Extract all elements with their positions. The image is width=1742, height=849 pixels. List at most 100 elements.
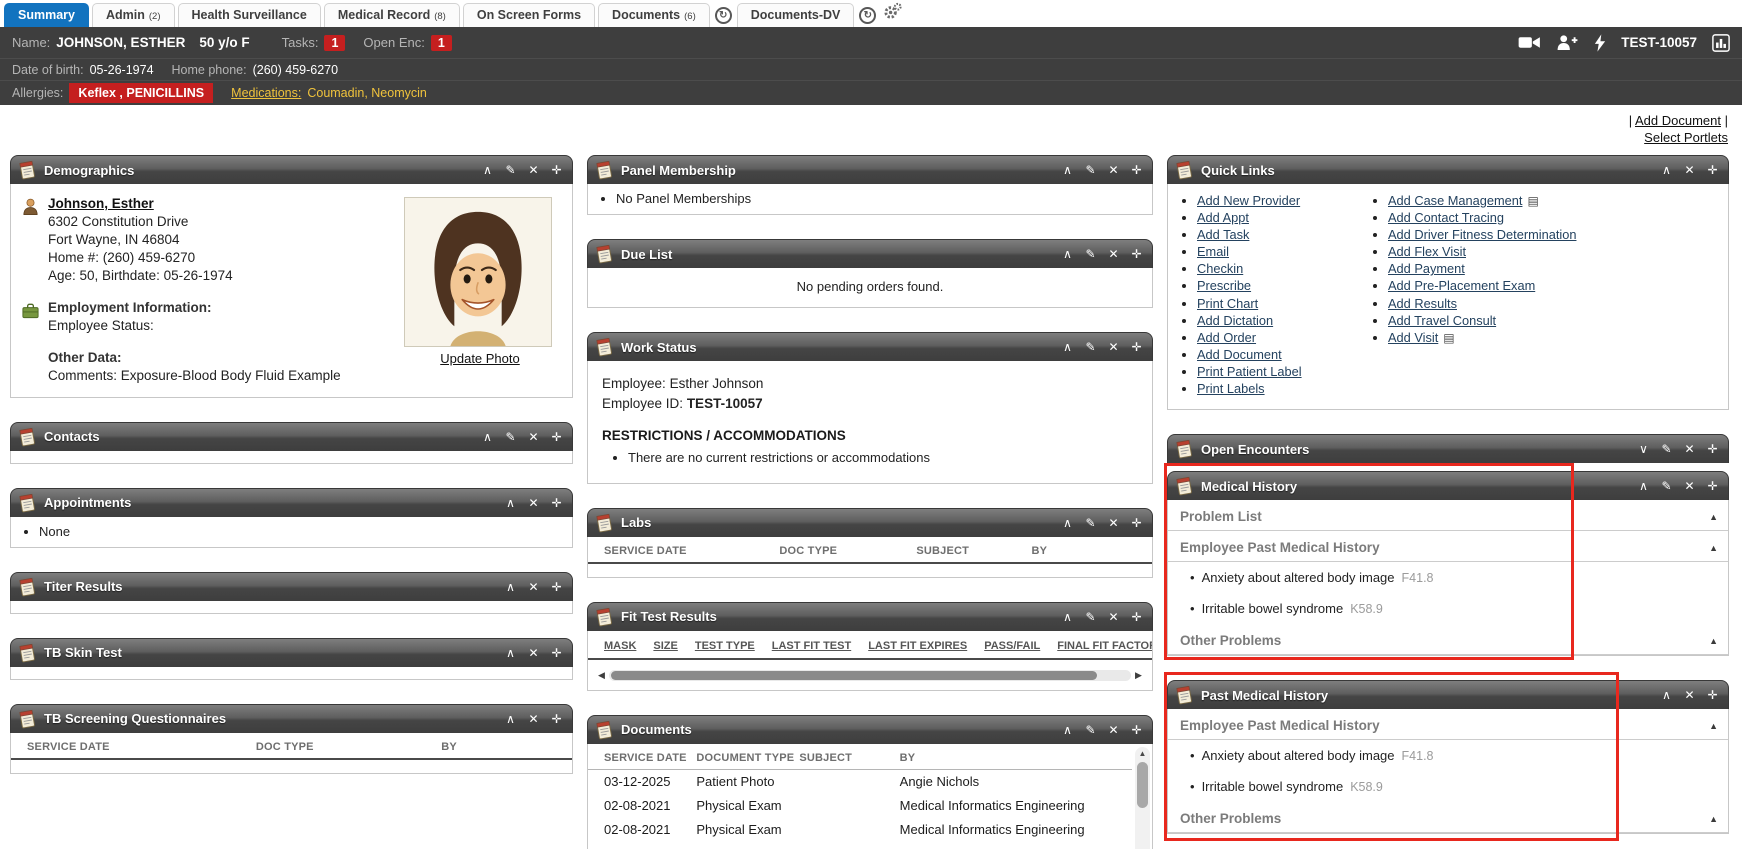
collapse-icon[interactable]: ∧ [504, 496, 517, 510]
quick-link[interactable]: Print Labels [1197, 381, 1265, 396]
scroll-left-icon[interactable]: ◀ [594, 670, 609, 681]
fit-test-header[interactable]: Fit Test Results ∧ ✎ ✕ ✛ [587, 602, 1153, 631]
quick-link[interactable]: Checkin [1197, 261, 1243, 276]
quick-link[interactable]: Add Appt [1197, 210, 1249, 225]
column-header-link[interactable]: FINAL FIT FACTOR [1057, 640, 1152, 652]
video-camera-icon[interactable] [1518, 34, 1541, 51]
close-icon[interactable]: ✕ [1107, 163, 1120, 177]
tab-admin[interactable]: Admin(2) [92, 3, 175, 27]
quick-link[interactable]: Add Driver Fitness Determination [1388, 227, 1576, 242]
documents-header[interactable]: Documents ∧ ✎ ✕ ✛ [587, 715, 1153, 744]
work-status-header[interactable]: Work Status ∧ ✎ ✕ ✛ [587, 332, 1153, 361]
add-document-link[interactable]: Add Document [1635, 113, 1721, 128]
collapse-caret-icon[interactable]: ▲ [1709, 721, 1718, 731]
expand-icon[interactable]: ∨ [1637, 442, 1650, 456]
refresh-icon[interactable]: ↻ [715, 7, 732, 24]
close-icon[interactable]: ✕ [527, 496, 540, 510]
close-icon[interactable]: ✕ [527, 163, 540, 177]
column-header-link[interactable]: LAST FIT EXPIRES [868, 640, 967, 652]
scroll-up-icon[interactable]: ▲ [1135, 747, 1150, 760]
patient-name-link[interactable]: Johnson, Esther [48, 196, 154, 211]
medical-history-header[interactable]: Medical History ∧ ✎ ✕ ✛ [1167, 471, 1729, 500]
list-icon[interactable]: ▤ [1527, 194, 1538, 208]
collapse-icon[interactable]: ∧ [1660, 688, 1673, 702]
close-icon[interactable]: ✕ [527, 580, 540, 594]
due-list-header[interactable]: Due List ∧ ✎ ✕ ✛ [587, 239, 1153, 268]
scrollbar-track[interactable] [609, 670, 1131, 681]
move-icon[interactable]: ✛ [1706, 479, 1719, 493]
quick-links-header[interactable]: Quick Links ∧ ✕ ✛ [1167, 155, 1729, 184]
quick-link[interactable]: Add Case Management [1388, 193, 1522, 208]
collapse-icon[interactable]: ∧ [1061, 163, 1074, 177]
scroll-right-icon[interactable]: ▶ [1131, 670, 1146, 681]
scrollbar-thumb[interactable] [1137, 762, 1148, 808]
tab-health-surveillance[interactable]: Health Surveillance [178, 3, 321, 27]
appointments-header[interactable]: Appointments ∧ ✕ ✛ [10, 488, 573, 517]
move-icon[interactable]: ✛ [1706, 442, 1719, 456]
move-icon[interactable]: ✛ [1130, 247, 1143, 261]
quick-link[interactable]: Add Travel Consult [1388, 313, 1496, 328]
edit-icon[interactable]: ✎ [1084, 610, 1097, 624]
move-icon[interactable]: ✛ [550, 580, 563, 594]
edit-icon[interactable]: ✎ [1084, 247, 1097, 261]
move-icon[interactable]: ✛ [1130, 340, 1143, 354]
collapse-icon[interactable]: ∧ [504, 646, 517, 660]
close-icon[interactable]: ✕ [1107, 340, 1120, 354]
select-portlets-link[interactable]: Select Portlets [1644, 130, 1728, 145]
quick-link[interactable]: Add Dictation [1197, 313, 1273, 328]
collapse-icon[interactable]: ∧ [481, 430, 494, 444]
column-header-link[interactable]: TEST TYPE [695, 640, 755, 652]
collapse-icon[interactable]: ∧ [1061, 610, 1074, 624]
close-icon[interactable]: ✕ [1107, 516, 1120, 530]
edit-icon[interactable]: ✎ [1084, 340, 1097, 354]
edit-icon[interactable]: ✎ [1084, 163, 1097, 177]
move-icon[interactable]: ✛ [550, 646, 563, 660]
close-icon[interactable]: ✕ [527, 430, 540, 444]
edit-icon[interactable]: ✎ [1660, 442, 1673, 456]
collapse-icon[interactable]: ∧ [1061, 247, 1074, 261]
quick-link[interactable]: Add Contact Tracing [1388, 210, 1504, 225]
table-row[interactable]: 03-12-2025 Patient Photo Angie Nichols [588, 770, 1132, 794]
tab-summary[interactable]: Summary [4, 3, 89, 27]
close-icon[interactable]: ✕ [1683, 479, 1696, 493]
collapse-icon[interactable]: ∧ [1660, 163, 1673, 177]
move-icon[interactable]: ✛ [550, 430, 563, 444]
column-header-link[interactable]: MASK [604, 640, 636, 652]
quick-link[interactable]: Email [1197, 244, 1229, 259]
open-encounters-header[interactable]: Open Encounters ∨ ✎ ✕ ✛ [1167, 434, 1729, 463]
medications-label[interactable]: Medications: [231, 86, 301, 100]
contacts-header[interactable]: Contacts ∧ ✎ ✕ ✛ [10, 422, 573, 451]
quick-link[interactable]: Add Results [1388, 296, 1457, 311]
table-row[interactable]: 02-08-2021 Physical Exam Medical Informa… [588, 818, 1132, 842]
move-icon[interactable]: ✛ [550, 712, 563, 726]
quick-link[interactable]: Add Visit [1388, 330, 1438, 345]
move-icon[interactable]: ✛ [1706, 688, 1719, 702]
demographics-header[interactable]: Demographics ∧ ✎ ✕ ✛ [10, 155, 573, 184]
edit-icon[interactable]: ✎ [504, 430, 517, 444]
tab-documents-dv[interactable]: Documents-DV [737, 3, 855, 27]
collapse-caret-icon[interactable]: ▲ [1709, 512, 1718, 522]
lightning-bolt-icon[interactable] [1594, 34, 1606, 52]
vertical-scrollbar[interactable]: ▲ [1135, 747, 1150, 849]
bar-chart-icon[interactable] [1712, 34, 1730, 52]
collapse-caret-icon[interactable]: ▲ [1709, 543, 1718, 553]
move-icon[interactable]: ✛ [1706, 163, 1719, 177]
tb-skin-test-header[interactable]: TB Skin Test ∧ ✕ ✛ [10, 638, 573, 667]
collapse-icon[interactable]: ∧ [481, 163, 494, 177]
collapse-icon[interactable]: ∧ [1061, 723, 1074, 737]
move-icon[interactable]: ✛ [550, 496, 563, 510]
open-enc-count-badge[interactable]: 1 [431, 35, 452, 51]
move-icon[interactable]: ✛ [1130, 163, 1143, 177]
quick-link[interactable]: Add Task [1197, 227, 1249, 242]
edit-icon[interactable]: ✎ [1660, 479, 1673, 493]
close-icon[interactable]: ✕ [1683, 688, 1696, 702]
add-person-icon[interactable] [1556, 34, 1579, 51]
quick-link[interactable]: Add Order [1197, 330, 1256, 345]
quick-link[interactable]: Print Chart [1197, 296, 1258, 311]
column-header-link[interactable]: SIZE [653, 640, 677, 652]
past-medical-history-header[interactable]: Past Medical History ∧ ✕ ✛ [1167, 680, 1729, 709]
close-icon[interactable]: ✕ [1107, 247, 1120, 261]
close-icon[interactable]: ✕ [1683, 163, 1696, 177]
update-photo-link[interactable]: Update Photo [440, 351, 520, 366]
collapse-icon[interactable]: ∧ [1061, 340, 1074, 354]
